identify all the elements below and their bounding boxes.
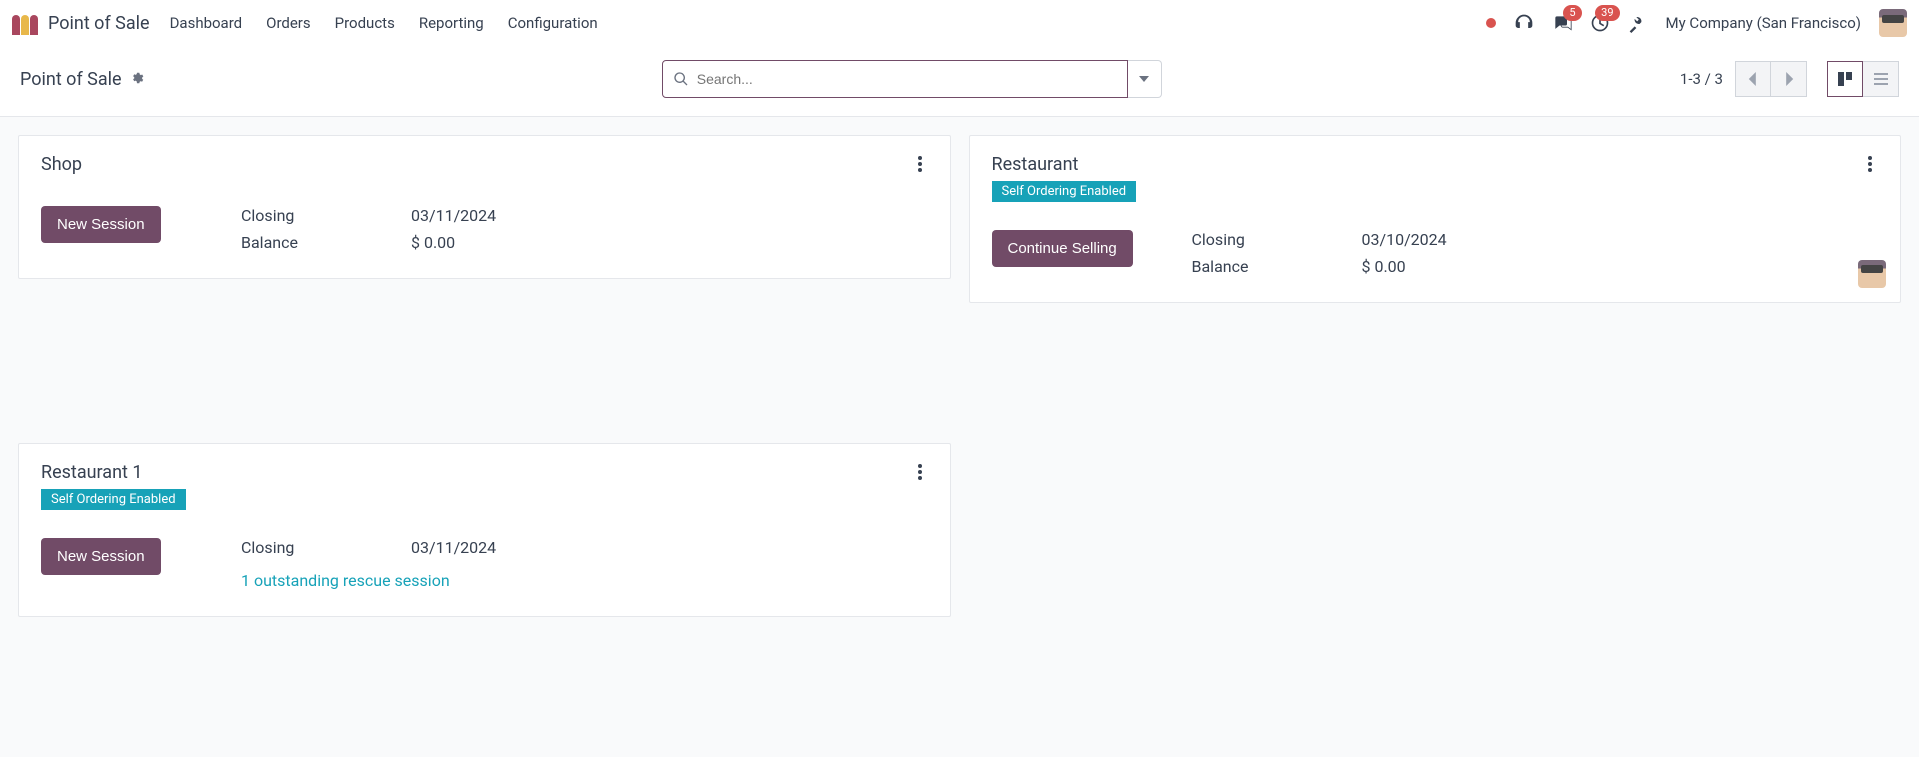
tools-icon[interactable] bbox=[1628, 13, 1648, 33]
new-session-button[interactable]: New Session bbox=[41, 206, 161, 243]
nav-link-configuration[interactable]: Configuration bbox=[508, 14, 598, 32]
card-title: Restaurant bbox=[992, 154, 1137, 175]
continue-selling-button[interactable]: Continue Selling bbox=[992, 230, 1133, 267]
search-wrap bbox=[662, 60, 1162, 98]
new-session-button[interactable]: New Session bbox=[41, 538, 161, 575]
app-icon[interactable] bbox=[12, 11, 40, 35]
card-menu-icon[interactable] bbox=[1862, 154, 1878, 178]
info-label: Closing bbox=[241, 206, 411, 225]
nav-right: 5 39 My Company (San Francisco) bbox=[1486, 9, 1907, 37]
control-bar: Point of Sale 1-3 / 3 bbox=[0, 46, 1919, 116]
card-title: Shop bbox=[41, 154, 82, 175]
kanban-grid: Shop New Session Closing 03/11/2024 Bala… bbox=[0, 117, 1919, 757]
info-label: Closing bbox=[1192, 230, 1362, 249]
company-switcher[interactable]: My Company (San Francisco) bbox=[1666, 14, 1861, 32]
gear-icon[interactable] bbox=[130, 69, 144, 90]
activities-icon[interactable]: 39 bbox=[1590, 13, 1610, 33]
nav-link-orders[interactable]: Orders bbox=[266, 14, 311, 32]
top-nav: Point of Sale Dashboard Orders Products … bbox=[0, 0, 1919, 46]
info-value: $ 0.00 bbox=[1362, 257, 1879, 276]
nav-links: Dashboard Orders Products Reporting Conf… bbox=[170, 14, 598, 32]
rescue-session-link[interactable]: 1 outstanding rescue session bbox=[241, 571, 928, 590]
caret-down-icon bbox=[1139, 74, 1149, 84]
messages-badge: 5 bbox=[1563, 5, 1581, 21]
info-value: 03/11/2024 bbox=[411, 538, 928, 557]
session-user-avatar[interactable] bbox=[1858, 260, 1886, 288]
breadcrumb: Point of Sale bbox=[20, 69, 144, 90]
info-label: Balance bbox=[1192, 257, 1362, 276]
pager-next[interactable] bbox=[1771, 61, 1807, 97]
card-menu-icon[interactable] bbox=[912, 154, 928, 178]
pos-card-shop[interactable]: Shop New Session Closing 03/11/2024 Bala… bbox=[18, 135, 951, 279]
view-kanban[interactable] bbox=[1827, 61, 1863, 97]
self-ordering-tag: Self Ordering Enabled bbox=[41, 489, 186, 510]
pager-prev[interactable] bbox=[1735, 61, 1771, 97]
activities-badge: 39 bbox=[1595, 5, 1619, 21]
search-box[interactable] bbox=[662, 60, 1128, 98]
pager-buttons bbox=[1735, 61, 1807, 97]
pager-text: 1-3 / 3 bbox=[1680, 70, 1723, 88]
info-value: 03/11/2024 bbox=[411, 206, 928, 225]
card-title: Restaurant 1 bbox=[41, 462, 186, 483]
info-value: $ 0.00 bbox=[411, 233, 928, 252]
user-avatar[interactable] bbox=[1879, 9, 1907, 37]
info-label: Closing bbox=[241, 538, 411, 557]
status-dot-icon bbox=[1486, 18, 1496, 28]
info-label: Balance bbox=[241, 233, 411, 252]
pager: 1-3 / 3 bbox=[1680, 61, 1899, 97]
breadcrumb-text: Point of Sale bbox=[20, 69, 122, 90]
search-input[interactable] bbox=[697, 61, 1117, 97]
pos-card-restaurant[interactable]: Restaurant Self Ordering Enabled Continu… bbox=[969, 135, 1902, 303]
messages-icon[interactable]: 5 bbox=[1552, 13, 1572, 33]
pos-card-restaurant-1[interactable]: Restaurant 1 Self Ordering Enabled New S… bbox=[18, 443, 951, 617]
card-menu-icon[interactable] bbox=[912, 462, 928, 486]
info-value: 03/10/2024 bbox=[1362, 230, 1879, 249]
nav-link-dashboard[interactable]: Dashboard bbox=[170, 14, 243, 32]
self-ordering-tag: Self Ordering Enabled bbox=[992, 181, 1137, 202]
app-title[interactable]: Point of Sale bbox=[48, 13, 150, 34]
nav-link-products[interactable]: Products bbox=[335, 14, 395, 32]
search-dropdown[interactable] bbox=[1128, 60, 1162, 98]
nav-link-reporting[interactable]: Reporting bbox=[419, 14, 484, 32]
view-switcher bbox=[1827, 61, 1899, 97]
support-icon[interactable] bbox=[1514, 13, 1534, 33]
search-icon bbox=[673, 71, 689, 87]
view-list[interactable] bbox=[1863, 61, 1899, 97]
